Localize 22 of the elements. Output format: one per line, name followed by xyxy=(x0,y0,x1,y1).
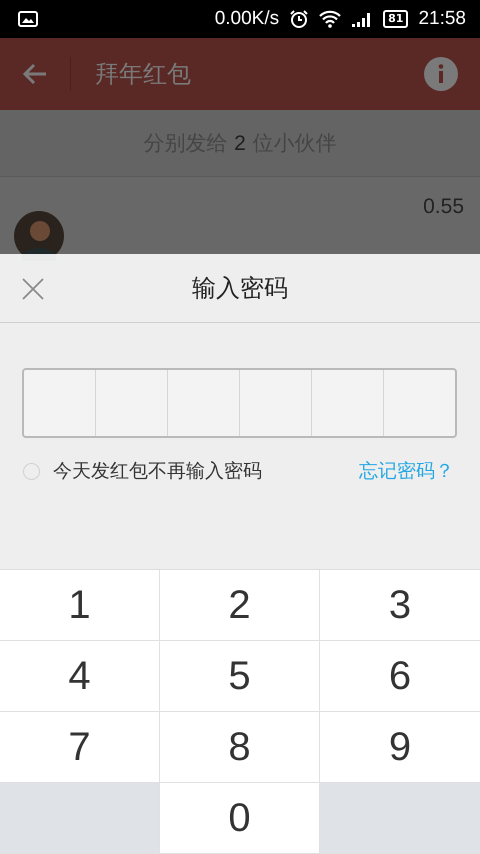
battery-level: 81 xyxy=(383,10,408,28)
remember-label: 今天发红包不再输入密码 xyxy=(53,459,262,484)
password-input-field[interactable] xyxy=(22,368,457,438)
keypad-key[interactable]: 7 xyxy=(0,712,160,783)
network-speed: 0.00K/s xyxy=(214,8,280,30)
remember-checkbox[interactable] xyxy=(23,462,40,480)
keypad-key[interactable]: 4 xyxy=(0,641,160,712)
wifi-icon xyxy=(319,10,342,28)
keypad-key[interactable]: 1 xyxy=(0,570,160,641)
info-icon[interactable] xyxy=(424,57,458,91)
keypad-key[interactable]: 5 xyxy=(160,641,320,712)
back-arrow-icon[interactable] xyxy=(22,62,48,86)
keypad-key[interactable]: 8 xyxy=(160,712,320,783)
page-title: 拜年红包 xyxy=(95,59,191,90)
amount-text: 0.55 xyxy=(423,195,464,219)
dialog-title: 输入密码 xyxy=(192,273,288,304)
picture-notification-icon xyxy=(18,11,38,27)
close-icon[interactable] xyxy=(22,278,44,300)
alarm-icon xyxy=(289,9,310,29)
keypad-key[interactable]: 0 xyxy=(160,783,320,854)
clock-time: 21:58 xyxy=(418,8,466,30)
keypad-key[interactable]: 2 xyxy=(160,570,320,641)
